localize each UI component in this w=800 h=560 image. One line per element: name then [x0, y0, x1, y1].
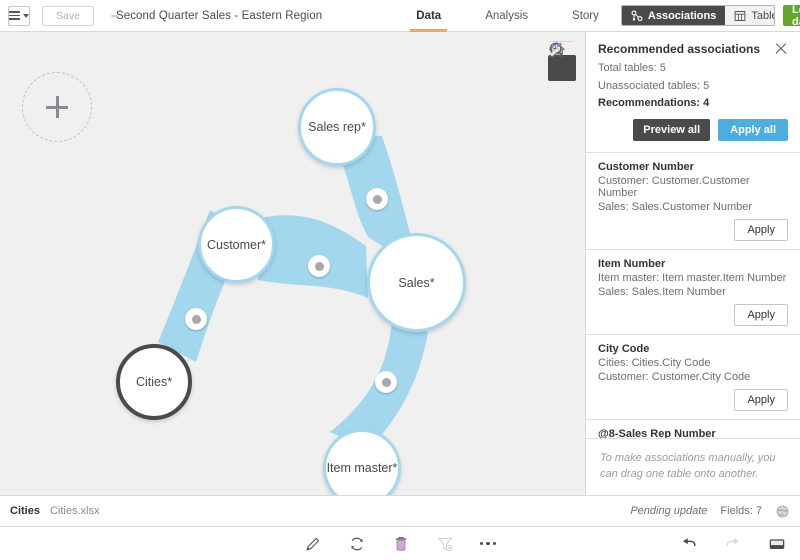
link-dot-icon	[372, 194, 382, 204]
panel-title: Recommended associations	[598, 42, 761, 56]
recommendation-name: City Code	[598, 343, 650, 355]
redo-icon[interactable]	[724, 535, 742, 553]
link-salesrep-sales[interactable]	[366, 188, 388, 210]
apply-button[interactable]: Apply	[734, 389, 788, 411]
table-grid-icon	[734, 10, 746, 21]
recommendation-source: Item master: Item master.Item Number	[598, 272, 787, 284]
table-node-sales-rep[interactable]: Sales rep*	[298, 88, 376, 166]
table-node-label: Cities*	[135, 375, 173, 389]
recommendation-card[interactable]: @8-Sales Rep Number Sales rep: @8 Sales:…	[586, 419, 800, 439]
delete-trash-icon[interactable]	[392, 535, 410, 553]
panel-header: Recommended associations Total tables: 5…	[586, 32, 800, 109]
save-button[interactable]: Save	[42, 5, 94, 26]
associations-view-label: Associations	[647, 9, 717, 22]
recommendation-card[interactable]: City Code Cities: Cities.City Code Custo…	[586, 334, 800, 419]
more-options-icon[interactable]	[480, 541, 496, 546]
recommendation-list: Customer Number Customer: Customer.Custo…	[586, 152, 800, 439]
recommendation-name: @8-Sales Rep Number	[598, 428, 716, 439]
bottom-toolbar-right	[680, 535, 786, 553]
top-right-tools: Associations Tables Load data	[620, 3, 800, 28]
nav-tabs: Data Analysis Story	[394, 0, 621, 32]
tab-story[interactable]: Story	[550, 0, 621, 32]
recommendation-target: Sales: Sales.Customer Number	[598, 201, 753, 213]
recommendation-source: Cities: Cities.City Code	[598, 357, 711, 369]
total-tables-stat: Total tables: 5	[598, 62, 666, 74]
selected-table-name: Cities	[10, 505, 40, 517]
selected-table-file: Cities.xlsx	[49, 505, 100, 517]
link-dot-icon	[314, 261, 324, 271]
table-node-label: Customer*	[206, 237, 267, 252]
undo-icon[interactable]	[680, 535, 698, 553]
main-menu-button[interactable]	[8, 5, 30, 26]
close-icon[interactable]	[774, 42, 788, 56]
tab-data[interactable]: Data	[394, 0, 463, 32]
clear-filter-icon[interactable]	[436, 535, 454, 553]
table-node-customer[interactable]: Customer*	[198, 206, 275, 283]
top-bar: Save Second Quarter Sales - Eastern Regi…	[0, 0, 800, 32]
manual-association-hint: To make associations manually, you can d…	[586, 438, 800, 495]
tab-analysis[interactable]: Analysis	[463, 0, 550, 32]
associations-icon	[631, 9, 643, 21]
globe-icon[interactable]	[775, 504, 790, 519]
link-customer-sales[interactable]	[308, 255, 330, 277]
canvas-tools	[547, 40, 577, 81]
plus-icon	[46, 96, 68, 118]
apply-all-button[interactable]: Apply all	[718, 119, 788, 141]
tables-view-label: Tables	[751, 9, 774, 22]
table-node-label: Item master*	[326, 461, 398, 475]
recommendation-card[interactable]: Item Number Item master: Item master.Ite…	[586, 249, 800, 334]
recommendation-card[interactable]: Customer Number Customer: Customer.Custo…	[586, 152, 800, 249]
load-data-label: Load data	[792, 3, 800, 28]
link-dot-icon	[191, 314, 201, 324]
recommendation-target: Customer: Customer.City Code	[598, 371, 751, 383]
recommendations-stat: Recommendations: 4	[598, 97, 710, 109]
hamburger-icon	[9, 11, 20, 20]
table-node-sales[interactable]: Sales*	[367, 233, 466, 332]
recommendation-name: Item Number	[598, 258, 666, 270]
preview-all-button[interactable]: Preview all	[633, 119, 711, 141]
tables-view-button[interactable]: Tables	[725, 6, 775, 25]
recommendation-name: Customer Number	[598, 161, 694, 173]
bottom-toolbar-center	[304, 535, 496, 553]
table-node-label: Sales*	[398, 275, 435, 290]
status-bar: Cities Cities.xlsx Pending update Fields…	[0, 495, 800, 526]
table-node-label: Sales rep*	[308, 120, 366, 134]
link-cities-customer[interactable]	[185, 308, 207, 330]
chevron-down-icon	[23, 13, 29, 18]
unassociated-tables-stat: Unassociated tables: 5	[598, 80, 710, 92]
recommendation-source: Customer: Customer.Customer Number	[598, 175, 750, 199]
apply-button[interactable]: Apply	[734, 304, 788, 326]
associations-canvas[interactable]: Sales rep* Customer* Sales* Cities* Item…	[0, 32, 585, 495]
apply-button[interactable]: Apply	[734, 219, 788, 241]
load-data-button[interactable]: Load data	[783, 3, 800, 28]
recommended-associations-panel: Recommended associations Total tables: 5…	[585, 32, 800, 495]
view-toggle-group: Associations Tables	[620, 5, 776, 26]
refresh-icon[interactable]	[348, 535, 366, 553]
bottom-toolbar	[0, 526, 800, 560]
recommendation-target: Sales: Sales.Item Number	[598, 286, 726, 298]
edit-pencil-icon[interactable]	[304, 535, 322, 553]
app-title: Second Quarter Sales - Eastern Region	[115, 9, 323, 22]
fields-count: Fields: 7	[720, 505, 762, 517]
link-sales-itemmaster[interactable]	[375, 371, 397, 393]
link-dot-icon	[381, 377, 391, 387]
panel-actions: Preview all Apply all	[586, 109, 800, 152]
add-table-button[interactable]	[22, 72, 92, 142]
magic-wand-icon	[550, 42, 563, 57]
pending-update-status: Pending update	[630, 505, 708, 517]
toggle-panel-icon[interactable]	[768, 535, 786, 553]
table-node-cities[interactable]: Cities*	[116, 344, 192, 420]
associations-view-button[interactable]: Associations	[621, 6, 726, 25]
